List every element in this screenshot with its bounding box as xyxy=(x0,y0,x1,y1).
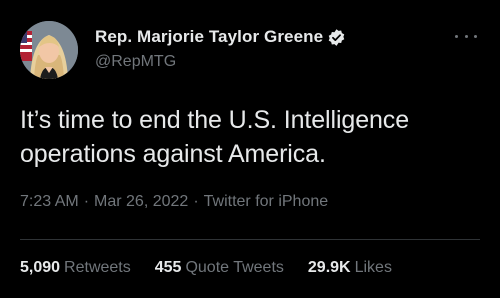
likes-label: Likes xyxy=(354,259,392,276)
retweets-label: Retweets xyxy=(64,259,131,276)
tweet-source[interactable]: Twitter for iPhone xyxy=(204,193,329,210)
author-handle[interactable]: @RepMTG xyxy=(95,53,176,71)
profile-photo xyxy=(20,21,78,79)
retweets-count: 5,090 xyxy=(20,259,61,276)
meta-separator: · xyxy=(193,193,199,210)
more-dot xyxy=(474,34,477,38)
likes-count: 29.9K xyxy=(307,259,351,276)
quote-tweets-label: Quote Tweets xyxy=(185,259,284,276)
tweet-time[interactable]: 7:23 AM xyxy=(20,193,79,210)
tweet-date[interactable]: Mar 26, 2022 xyxy=(94,193,188,210)
quote-tweets-stat[interactable]: 455 Quote Tweets xyxy=(155,259,284,277)
meta-separator: · xyxy=(83,193,90,210)
retweets-stat[interactable]: 5,090 Retweets xyxy=(20,259,131,277)
more-dot xyxy=(455,34,458,38)
author-name-row[interactable]: Rep. Marjorie Taylor Greene xyxy=(95,27,346,47)
avatar[interactable] xyxy=(20,21,78,79)
tweet-text: It’s time to end the U.S. Intelligence o… xyxy=(20,106,410,168)
more-dot xyxy=(464,34,468,38)
quote-tweets-count: 455 xyxy=(154,259,182,276)
divider xyxy=(20,239,480,240)
tweet-meta: 7:23 AM · Mar 26, 2022 · Twitter for iPhone xyxy=(20,193,328,211)
author-display-name[interactable]: Rep. Marjorie Taylor Greene xyxy=(95,27,323,47)
more-options-icon[interactable] xyxy=(455,30,477,42)
likes-stat[interactable]: 29.9K Likes xyxy=(308,259,392,277)
verified-badge-icon xyxy=(327,28,346,47)
engagement-stats: 5,090 Retweets 455 Quote Tweets 29.9K Likes xyxy=(20,259,416,277)
